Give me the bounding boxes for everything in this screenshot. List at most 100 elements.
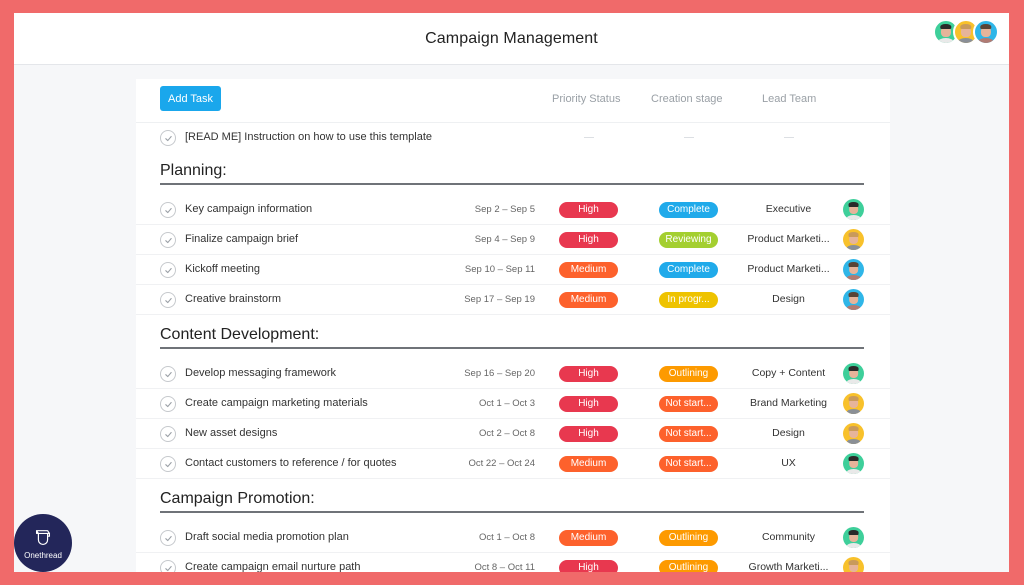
due-date-range[interactable]: Sep 16 – Sep 20 [464, 368, 535, 379]
add-task-button[interactable]: Add Task [160, 86, 222, 111]
column-header-priority-status[interactable]: Priority Status [552, 93, 620, 105]
lead-team[interactable]: Brand Marketing [741, 397, 836, 409]
priority-status-tag[interactable]: Medium [559, 262, 618, 278]
task-name[interactable]: Creative brainstorm [185, 293, 281, 305]
task-list-panel: Add Task Priority Status Creation stage … [136, 79, 890, 572]
task-name[interactable]: Key campaign information [185, 203, 312, 215]
due-date-range[interactable]: Oct 1 – Oct 3 [479, 398, 535, 409]
complete-checkbox[interactable] [160, 530, 176, 546]
task-row[interactable]: Finalize campaign brief Sep 4 – Sep 9 Hi… [136, 225, 890, 255]
task-row[interactable]: Create campaign marketing materials Oct … [136, 389, 890, 419]
task-name[interactable]: Develop messaging framework [185, 367, 336, 379]
complete-checkbox[interactable] [160, 426, 176, 442]
section-title[interactable]: Content Development: [160, 326, 319, 344]
due-date-range[interactable]: Sep 4 – Sep 9 [475, 234, 535, 245]
creation-stage-tag[interactable]: Not start... [659, 426, 718, 442]
task-row[interactable]: Key campaign information Sep 2 – Sep 5 H… [136, 195, 890, 225]
priority-status-tag[interactable]: Medium [559, 530, 618, 546]
complete-checkbox[interactable] [160, 292, 176, 308]
due-date-range[interactable]: Oct 2 – Oct 8 [479, 428, 535, 439]
top-bar: Campaign Management [14, 13, 1009, 65]
priority-status-tag[interactable]: High [559, 560, 618, 572]
priority-status-tag[interactable]: High [559, 202, 618, 218]
priority-status-tag[interactable]: Medium [559, 456, 618, 472]
lead-team[interactable]: UX [741, 457, 836, 469]
section-header[interactable]: Campaign Promotion: [160, 487, 864, 513]
task-row[interactable]: Creative brainstorm Sep 17 – Sep 19 Medi… [136, 285, 890, 315]
task-row[interactable]: Contact customers to reference / for quo… [136, 449, 890, 479]
due-date-range[interactable]: Oct 22 – Oct 24 [468, 458, 535, 469]
creation-stage-tag[interactable]: Outlining [659, 366, 718, 382]
complete-checkbox[interactable] [160, 232, 176, 248]
lead-team[interactable]: Copy + Content [741, 367, 836, 379]
priority-empty[interactable] [584, 137, 594, 138]
assignee-avatar[interactable] [843, 199, 864, 220]
task-row[interactable]: Draft social media promotion plan Oct 1 … [136, 523, 890, 553]
complete-checkbox[interactable] [160, 366, 176, 382]
creation-stage-tag[interactable]: Not start... [659, 396, 718, 412]
complete-checkbox[interactable] [160, 202, 176, 218]
due-date-range[interactable]: Oct 8 – Oct 11 [474, 562, 535, 572]
creation-stage-tag[interactable]: Not start... [659, 456, 718, 472]
lead-team[interactable]: Design [741, 293, 836, 305]
assignee-avatar[interactable] [843, 259, 864, 280]
complete-checkbox[interactable] [160, 262, 176, 278]
due-date-range[interactable]: Sep 17 – Sep 19 [464, 294, 535, 305]
section-title[interactable]: Campaign Promotion: [160, 490, 315, 508]
assignee-avatar[interactable] [843, 229, 864, 250]
task-name[interactable]: Kickoff meeting [185, 263, 260, 275]
task-name[interactable]: Contact customers to reference / for quo… [185, 457, 397, 469]
assignee-avatar[interactable] [843, 289, 864, 310]
assignee-avatar[interactable] [843, 557, 864, 572]
lead-team[interactable]: Product Marketi... [741, 233, 836, 245]
task-name[interactable]: Draft social media promotion plan [185, 531, 349, 543]
creation-stage-tag[interactable]: Outlining [659, 560, 718, 572]
priority-status-tag[interactable]: High [559, 396, 618, 412]
task-name[interactable]: New asset designs [185, 427, 277, 439]
column-header-creation-stage[interactable]: Creation stage [651, 93, 723, 105]
team-empty[interactable] [784, 137, 794, 138]
lead-team[interactable]: Executive [741, 203, 836, 215]
lead-team[interactable]: Product Marketi... [741, 263, 836, 275]
creation-stage-tag[interactable]: In progr... [659, 292, 718, 308]
due-date-range[interactable]: Sep 2 – Sep 5 [475, 204, 535, 215]
task-row[interactable]: Create campaign email nurture path Oct 8… [136, 553, 890, 572]
lead-team[interactable]: Community [741, 531, 836, 543]
task-row[interactable]: Develop messaging framework Sep 16 – Sep… [136, 359, 890, 389]
priority-status-tag[interactable]: High [559, 232, 618, 248]
priority-status-tag[interactable]: Medium [559, 292, 618, 308]
priority-status-tag[interactable]: High [559, 426, 618, 442]
complete-checkbox[interactable] [160, 456, 176, 472]
task-row[interactable]: Kickoff meeting Sep 10 – Sep 11 Medium C… [136, 255, 890, 285]
task-name[interactable]: Create campaign marketing materials [185, 397, 368, 409]
creation-stage-tag[interactable]: Outlining [659, 530, 718, 546]
task-name[interactable]: Finalize campaign brief [185, 233, 298, 245]
creation-stage-tag[interactable]: Complete [659, 262, 718, 278]
complete-checkbox[interactable] [160, 130, 176, 146]
complete-checkbox[interactable] [160, 396, 176, 412]
assignee-avatar[interactable] [843, 363, 864, 384]
creation-stage-tag[interactable]: Complete [659, 202, 718, 218]
stage-empty[interactable] [684, 137, 694, 138]
task-row[interactable]: New asset designs Oct 2 – Oct 8 High Not… [136, 419, 890, 449]
complete-checkbox[interactable] [160, 560, 176, 572]
lead-team[interactable]: Design [741, 427, 836, 439]
task-row-readme[interactable]: [READ ME] Instruction on how to use this… [136, 123, 890, 153]
assignee-avatar[interactable] [843, 527, 864, 548]
priority-status-tag[interactable]: High [559, 366, 618, 382]
creation-stage-tag[interactable]: Reviewing [659, 232, 718, 248]
member-avatar[interactable] [973, 19, 999, 45]
section-title[interactable]: Planning: [160, 162, 227, 180]
assignee-avatar[interactable] [843, 453, 864, 474]
assignee-avatar[interactable] [843, 393, 864, 414]
section-header[interactable]: Planning: [160, 159, 864, 185]
section-header[interactable]: Content Development: [160, 323, 864, 349]
column-header-lead-team[interactable]: Lead Team [762, 93, 816, 105]
due-date-range[interactable]: Sep 10 – Sep 11 [465, 264, 535, 275]
task-name[interactable]: Create campaign email nurture path [185, 561, 360, 572]
due-date-range[interactable]: Oct 1 – Oct 8 [479, 532, 535, 543]
assignee-avatar[interactable] [843, 423, 864, 444]
project-members[interactable] [933, 19, 999, 45]
task-name[interactable]: [READ ME] Instruction on how to use this… [185, 131, 432, 143]
lead-team[interactable]: Growth Marketi... [741, 561, 836, 572]
